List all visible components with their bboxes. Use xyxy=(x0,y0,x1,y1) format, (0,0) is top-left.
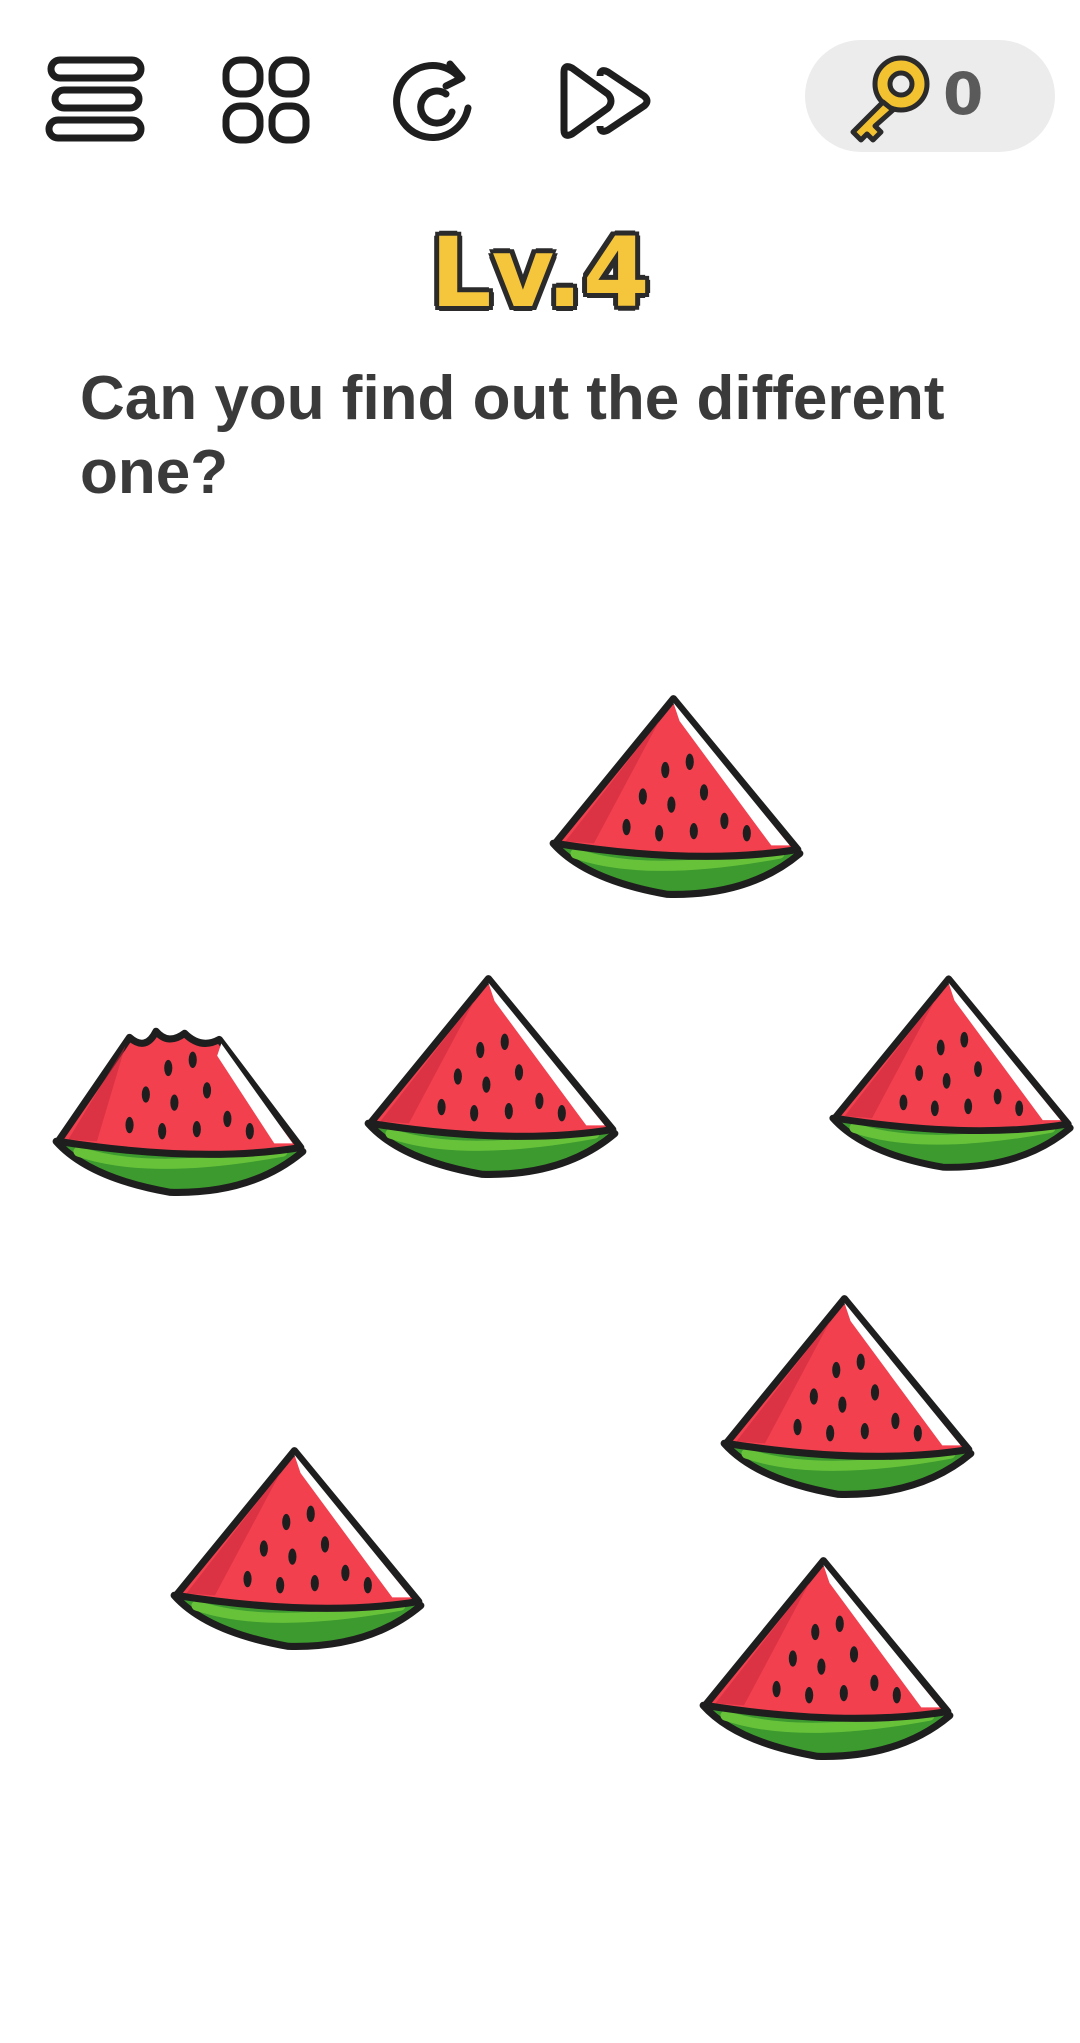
restart-button[interactable] xyxy=(380,46,490,156)
top-toolbar: 0 xyxy=(0,0,1080,200)
key-count: 0 xyxy=(943,60,984,128)
grid-icon xyxy=(222,56,310,144)
watermelon-icon xyxy=(825,968,1080,1180)
watermelon-slice-2[interactable] xyxy=(48,988,313,1203)
question-text: Can you find out the different one? xyxy=(80,364,945,507)
key-counter[interactable]: 0 xyxy=(805,40,1055,152)
levels-button[interactable] xyxy=(212,46,322,156)
watermelon-slice-5[interactable] xyxy=(716,1290,981,1505)
watermelon-icon xyxy=(545,690,810,905)
watermelon-slice-7[interactable] xyxy=(695,1552,960,1767)
skip-button[interactable] xyxy=(552,46,662,156)
menu-icon xyxy=(45,56,145,142)
watermelon-icon xyxy=(166,1442,431,1657)
watermelon-slice-6[interactable] xyxy=(166,1442,431,1657)
watermelon-slice-4[interactable] xyxy=(825,968,1080,1180)
restart-icon xyxy=(393,60,472,141)
watermelon-icon xyxy=(716,1290,981,1505)
menu-button[interactable] xyxy=(43,46,153,156)
level-title: Lv.4 xyxy=(430,217,650,329)
watermelon-icon xyxy=(360,970,625,1185)
watermelon-slice-1[interactable] xyxy=(545,690,810,905)
bitten-watermelon-icon xyxy=(48,988,313,1203)
watermelon-slice-3[interactable] xyxy=(360,970,625,1185)
skip-forward-icon xyxy=(560,63,651,139)
key-icon xyxy=(850,55,930,143)
watermelon-icon xyxy=(695,1552,960,1767)
